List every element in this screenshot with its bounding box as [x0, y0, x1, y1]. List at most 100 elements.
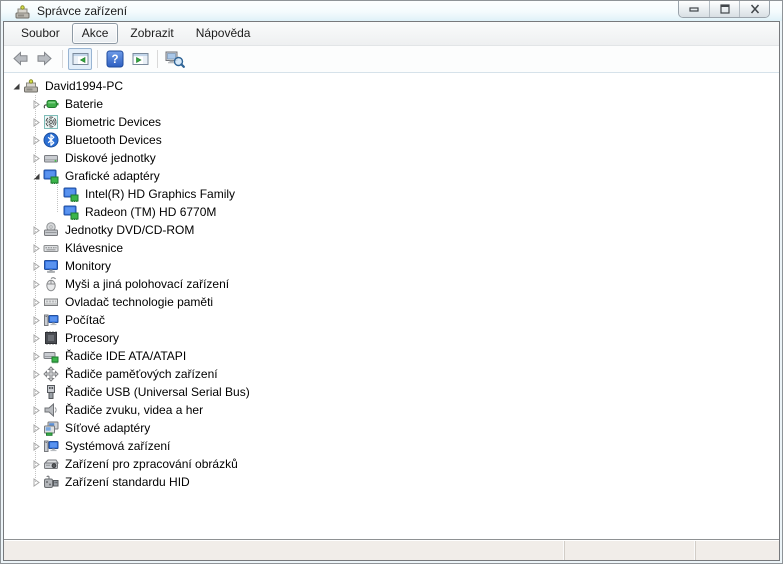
help-icon: ? — [106, 50, 124, 68]
tree-item-label: Řadiče USB (Universal Serial Bus) — [65, 385, 250, 399]
titlebar[interactable]: Správce zařízení — [1, 1, 782, 21]
tree-item-label: Biometric Devices — [65, 115, 162, 129]
tree-item[interactable]: Počítač — [4, 311, 779, 329]
tree-item[interactable]: Řadiče zvuku, videa a her — [4, 401, 779, 419]
usb-icon — [43, 384, 59, 400]
tree-item[interactable]: Grafické adaptéry — [4, 167, 779, 185]
maximize-button[interactable] — [709, 1, 739, 17]
tree-expander-icon[interactable] — [29, 349, 43, 363]
display-adapter-icon — [63, 204, 79, 220]
menu-item-zobrazit[interactable]: Zobrazit — [120, 23, 183, 44]
statusbar — [4, 540, 779, 560]
tree-expander-icon[interactable] — [29, 115, 43, 129]
bluetooth-icon — [43, 132, 59, 148]
show-action-pane-button[interactable] — [128, 48, 152, 70]
tree-expander-icon[interactable] — [9, 79, 23, 93]
system-device-icon — [43, 438, 59, 454]
tree-item-label: Řadiče zvuku, videa a her — [65, 403, 204, 417]
console-tree-icon — [72, 51, 89, 67]
tree-expander-icon[interactable] — [29, 457, 43, 471]
tree-item-label: Systémová zařízení — [65, 439, 171, 453]
device-manager-computer-icon — [23, 78, 39, 94]
tree-item[interactable]: Bluetooth Devices — [4, 131, 779, 149]
tree-item[interactable]: Jednotky DVD/CD-ROM — [4, 221, 779, 239]
tree-expander-icon[interactable] — [29, 385, 43, 399]
tree-guide-line — [35, 95, 36, 482]
back-button[interactable] — [8, 48, 32, 70]
tree-expander-icon[interactable] — [29, 439, 43, 453]
computer-icon — [43, 312, 59, 328]
tree-item[interactable]: Biometric Devices — [4, 113, 779, 131]
tree-expander-icon[interactable] — [29, 133, 43, 147]
tree-item[interactable]: Síťové adaptéry — [4, 419, 779, 437]
tree-item[interactable]: Klávesnice — [4, 239, 779, 257]
tree-item[interactable]: Baterie — [4, 95, 779, 113]
tree-expander-icon[interactable] — [29, 367, 43, 381]
tree-item[interactable]: Ovladač technologie paměti — [4, 293, 779, 311]
tree-expander-icon[interactable] — [29, 97, 43, 111]
device-tree[interactable]: David1994-PC Baterie Biometric Devices Blue… — [4, 73, 779, 540]
tree-item[interactable]: Intel(R) HD Graphics Family — [4, 185, 779, 203]
tree-item-label: Grafické adaptéry — [65, 169, 160, 183]
monitor-icon — [43, 258, 59, 274]
tree-expander-icon[interactable] — [29, 331, 43, 345]
mouse-icon — [43, 276, 59, 292]
tree-item-label: Řadiče IDE ATA/ATAPI — [65, 349, 187, 363]
tree-expander-icon[interactable] — [29, 259, 43, 273]
tree-expander-icon[interactable] — [29, 313, 43, 327]
tree-expander-icon[interactable] — [29, 277, 43, 291]
tree-expander-icon[interactable] — [29, 223, 43, 237]
tree-item[interactable]: Řadiče USB (Universal Serial Bus) — [4, 383, 779, 401]
tree-expander-icon[interactable] — [29, 403, 43, 417]
window-title: Správce zařízení — [37, 4, 128, 18]
tree-item[interactable]: David1994-PC — [4, 77, 779, 95]
minimize-icon — [689, 7, 699, 12]
statusbar-segment — [695, 541, 779, 560]
tree-item[interactable]: Zařízení pro zpracování obrázků — [4, 455, 779, 473]
hid-icon — [43, 474, 59, 490]
tree-item-label: Myši a jiná polohovací zařízení — [65, 277, 230, 291]
scan-hardware-button[interactable] — [163, 48, 187, 70]
tree-item[interactable]: Monitory — [4, 257, 779, 275]
tree-item-label: Radeon (TM) HD 6770M — [85, 205, 217, 219]
tree-expander-icon[interactable] — [29, 475, 43, 489]
tree-item[interactable]: Radeon (TM) HD 6770M — [4, 203, 779, 221]
tree-item-label: Procesory — [65, 331, 120, 345]
tree-item-label: Klávesnice — [65, 241, 124, 255]
scan-hardware-icon — [165, 49, 185, 69]
menu-item-soubor[interactable]: Soubor — [11, 23, 70, 44]
minimize-button[interactable] — [679, 1, 709, 17]
back-arrow-icon — [10, 49, 30, 69]
tree-expander-icon[interactable] — [29, 151, 43, 165]
menu-item-napoveda[interactable]: Nápověda — [186, 23, 261, 44]
network-adapter-icon — [43, 420, 59, 436]
close-button[interactable] — [739, 1, 769, 17]
dvd-drive-icon — [43, 222, 59, 238]
help-button[interactable]: ? — [103, 48, 127, 70]
tree-guide-line — [57, 185, 58, 212]
tree-item[interactable]: Myši a jiná polohovací zařízení — [4, 275, 779, 293]
tree-item[interactable]: Řadiče paměťových zařízení — [4, 365, 779, 383]
tree-expander-icon[interactable] — [29, 421, 43, 435]
tree-item-label: Ovladač technologie paměti — [65, 295, 214, 309]
tree-item-label: Zařízení pro zpracování obrázků — [65, 457, 238, 471]
tree-item-label: Diskové jednotky — [65, 151, 156, 165]
toolbar: ? — [4, 46, 779, 73]
forward-button[interactable] — [33, 48, 57, 70]
toolbar-separator — [97, 50, 98, 68]
tree-expander-icon[interactable] — [29, 169, 43, 183]
processor-icon — [43, 330, 59, 346]
forward-arrow-icon — [35, 49, 55, 69]
tree-item[interactable]: Řadiče IDE ATA/ATAPI — [4, 347, 779, 365]
tree-expander-icon[interactable] — [29, 295, 43, 309]
tree-item-label: Baterie — [65, 97, 104, 111]
device-manager-window: Správce zařízení Soubor Akce Zobrazit Nápov… — [0, 0, 783, 564]
show-console-tree-button[interactable] — [68, 48, 92, 70]
tree-expander-icon[interactable] — [29, 241, 43, 255]
tree-item[interactable]: Diskové jednotky — [4, 149, 779, 167]
tree-item[interactable]: Systémová zařízení — [4, 437, 779, 455]
tree-item[interactable]: Zařízení standardu HID — [4, 473, 779, 491]
tree-item[interactable]: Procesory — [4, 329, 779, 347]
maximize-icon — [719, 4, 730, 14]
menu-item-akce[interactable]: Akce — [71, 23, 119, 44]
